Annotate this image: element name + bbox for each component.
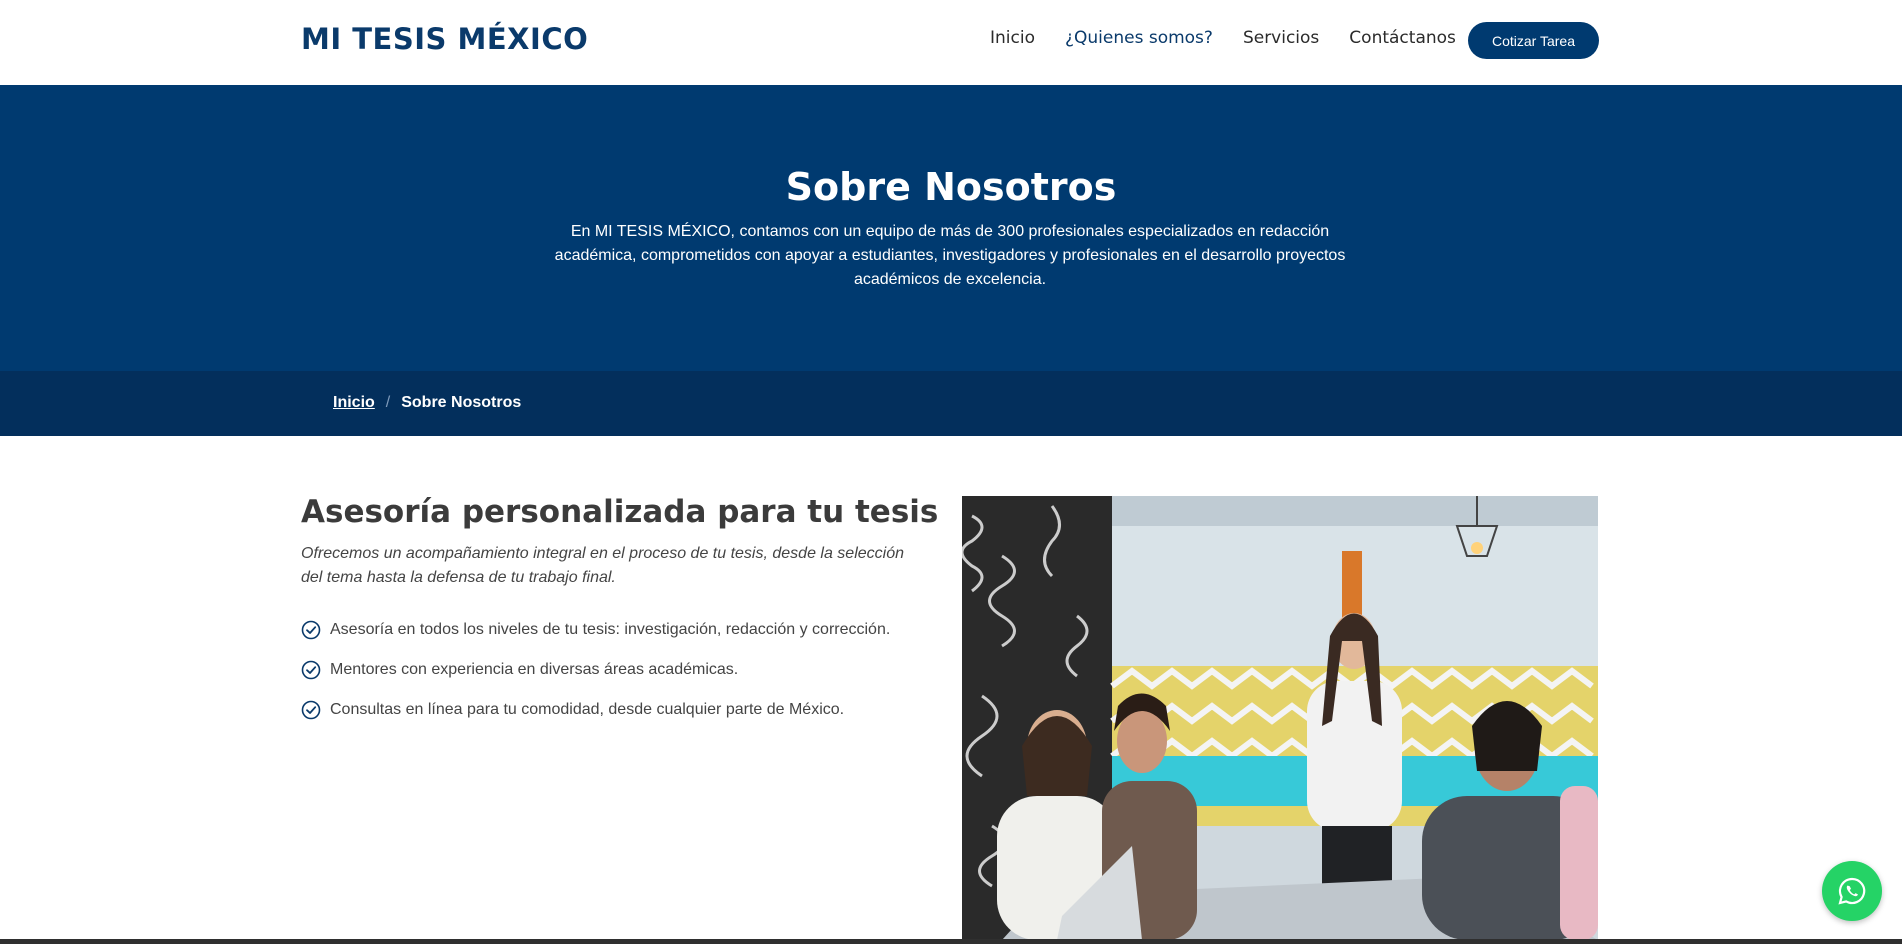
team-meeting-photo <box>962 496 1598 940</box>
nav-link-servicios[interactable]: Servicios <box>1243 28 1319 48</box>
whatsapp-button[interactable] <box>1822 861 1882 921</box>
check-circle-icon <box>301 700 321 720</box>
breadcrumb-separator: / <box>385 394 391 411</box>
breadcrumb-current: Sobre Nosotros <box>401 394 522 411</box>
whatsapp-icon <box>1838 877 1866 905</box>
page-title: Sobre Nosotros <box>785 165 1117 209</box>
page-bottom-bar <box>0 939 1902 944</box>
site-logo[interactable]: MI TESIS MÉXICO <box>301 22 588 56</box>
breadcrumb-home-link[interactable]: Inicio <box>333 394 375 412</box>
feature-text: Mentores con experiencia en diversas áre… <box>330 661 739 678</box>
check-circle-icon <box>301 660 321 680</box>
check-circle-icon <box>301 620 321 640</box>
feature-list: Asesoría en todos los niveles de tu tesi… <box>301 610 941 730</box>
cotizar-tarea-button[interactable]: Cotizar Tarea <box>1468 22 1599 59</box>
nav-link-contactanos[interactable]: Contáctanos <box>1349 28 1456 48</box>
section-title: Asesoría personalizada para tu tesis <box>301 494 939 530</box>
section-intro: Ofrecemos un acompañamiento integral en … <box>301 545 905 586</box>
nav-link-inicio[interactable]: Inicio <box>990 28 1035 48</box>
main-nav: Inicio ¿Quienes somos? Servicios Contáct… <box>990 28 1486 48</box>
site-header: MI TESIS MÉXICO Inicio ¿Quienes somos? S… <box>0 0 1902 85</box>
feature-item: Consultas en línea para tu comodidad, de… <box>301 690 941 730</box>
nav-link-quienes-somos[interactable]: ¿Quienes somos? <box>1065 28 1213 48</box>
hero-section: Sobre Nosotros En MI TESIS MÉXICO, conta… <box>0 85 1902 371</box>
feature-text: Consultas en línea para tu comodidad, de… <box>330 701 845 718</box>
feature-item: Mentores con experiencia en diversas áre… <box>301 650 941 690</box>
feature-text: Asesoría en todos los niveles de tu tesi… <box>330 621 891 638</box>
office-meeting-illustration <box>962 496 1598 940</box>
hero-description: En MI TESIS MÉXICO, contamos con un equi… <box>554 223 1346 288</box>
breadcrumb: Inicio / Sobre Nosotros <box>0 371 1902 436</box>
feature-item: Asesoría en todos los niveles de tu tesi… <box>301 610 941 650</box>
